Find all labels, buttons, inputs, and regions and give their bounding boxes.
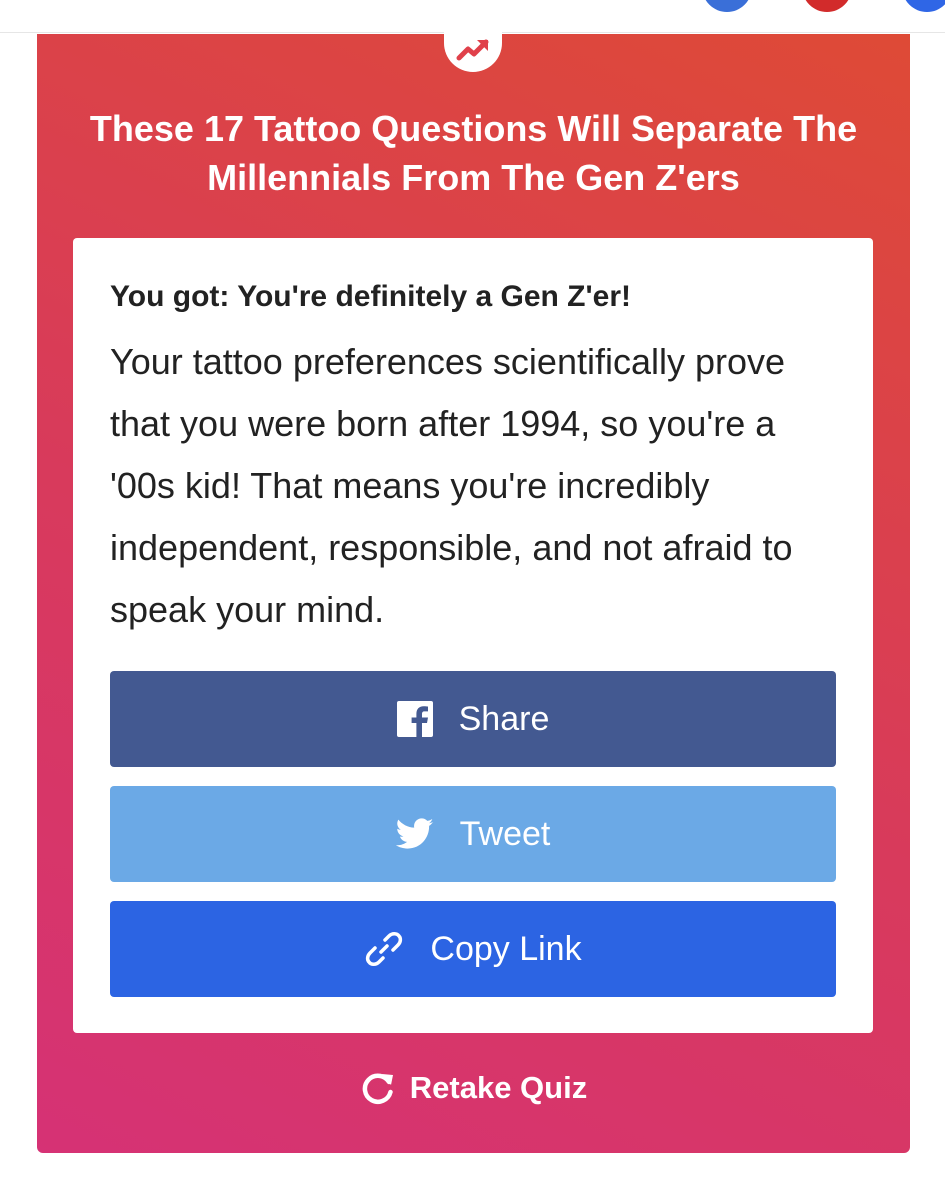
refresh-icon	[360, 1070, 396, 1106]
link-icon	[364, 929, 404, 969]
facebook-icon[interactable]	[702, 0, 752, 12]
pinterest-icon[interactable]	[802, 0, 852, 12]
share-label: Share	[458, 699, 550, 738]
result-description: Your tattoo preferences scientifically p…	[110, 341, 793, 630]
copy-link-label: Copy Link	[430, 929, 582, 968]
trending-icon	[456, 39, 489, 61]
quiz-title: These 17 Tattoo Questions Will Separate …	[89, 108, 858, 198]
copy-link-button[interactable]: Copy Link	[110, 901, 836, 997]
result-heading: You got: You're definitely a Gen Z'er!	[110, 280, 631, 313]
result-card: You got: You're definitely a Gen Z'er! Y…	[73, 238, 873, 1033]
retake-label: Retake Quiz	[409, 1070, 588, 1105]
twitter-bird-icon	[395, 818, 434, 850]
tweet-button[interactable]: Tweet	[110, 786, 836, 882]
more-icon[interactable]	[902, 0, 945, 12]
facebook-share-button[interactable]: Share	[110, 671, 836, 767]
facebook-icon	[396, 701, 433, 737]
quiz-result-panel: These 17 Tattoo Questions Will Separate …	[37, 24, 910, 1153]
trending-badge	[444, 24, 502, 72]
retake-quiz-button[interactable]: Retake Quiz	[37, 1070, 910, 1106]
tweet-label: Tweet	[459, 814, 551, 853]
